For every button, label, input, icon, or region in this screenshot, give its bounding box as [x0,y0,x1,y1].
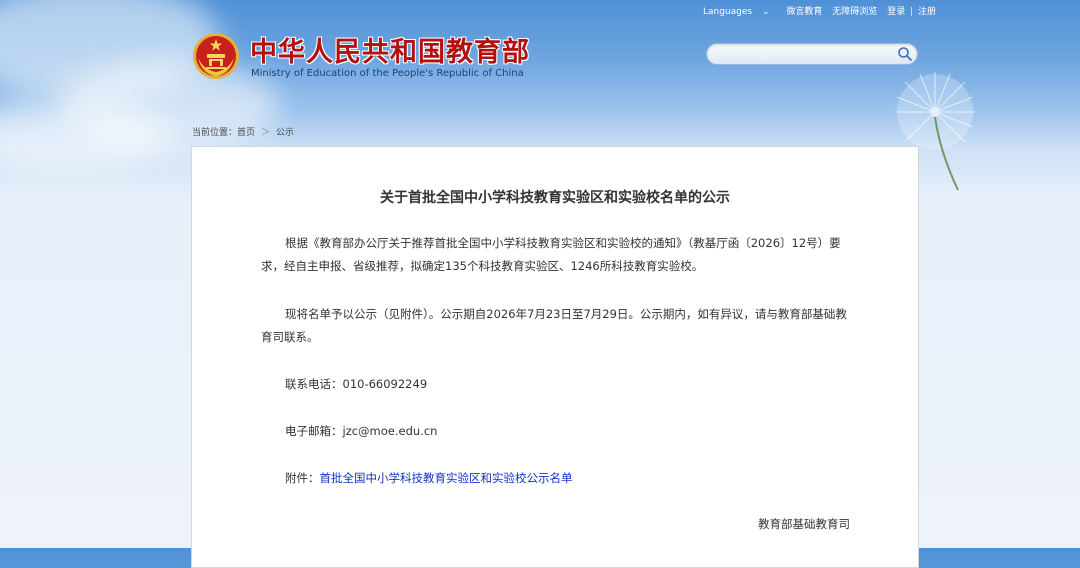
article-title: 关于首批全国中小学科技教育实验区和实验校名单的公示 [380,190,730,206]
national-emblem-icon [193,33,239,79]
ministry-logo-en: Ministry of Education of the People's Re… [251,68,524,79]
attachment-row: 附件：首批全国中小学科技教育实验区和实验校公示名单 [261,467,849,490]
search-icon[interactable] [897,46,913,62]
attachment-link[interactable]: 首批全国中小学科技教育实验区和实验校公示名单 [320,471,573,485]
contact-phone-text: 联系电话：010-66092249 [285,377,428,391]
breadcrumb: 当前位置：首页 ＞ 公示 [192,125,294,138]
register-link[interactable]: 注册 [918,7,936,17]
weiyan-link[interactable]: 微言教育 [786,7,822,17]
breadcrumb-label: 当前位置： [192,128,238,138]
accessibility-link[interactable]: 无障碍浏览 [832,7,877,17]
contact-email-text: 电子邮箱：jzc@moe.edu.cn [285,424,438,438]
languages-link[interactable]: Languages ⌄ [703,7,777,17]
article-paragraph-2: 现将名单予以公示（见附件）。公示期自2026年7月23日至7月29日。公示期内，… [261,303,849,349]
paragraph-2-text: 现将名单予以公示（见附件）。公示期自2026年7月23日至7月29日。公示期内，… [261,307,847,344]
breadcrumb-separator: ＞ [261,128,271,138]
top-links-bar: Languages ⌄ 微言教育 无障碍浏览 登录 | 注册 [703,4,943,17]
attachment-label: 附件： [285,471,320,485]
contact-phone: 联系电话：010-66092249 [261,373,849,396]
login-link[interactable]: 登录 [887,7,905,17]
article-panel: 关于首批全国中小学科技教育实验区和实验校名单的公示 根据《教育部办公厅关于推荐首… [191,146,919,568]
breadcrumb-current: 公示 [276,128,295,138]
chevron-down-icon: ⌄ [761,7,770,17]
contact-email: 电子邮箱：jzc@moe.edu.cn [261,420,849,443]
paragraph-1-text: 根据《教育部办公厅关于推荐首批全国中小学科技教育实验区和实验校的通知》（教基厅函… [261,236,841,273]
breadcrumb-home-link[interactable]: 首页 [237,128,255,138]
article-paragraph-1: 根据《教育部办公厅关于推荐首批全国中小学科技教育实验区和实验校的通知》（教基厅函… [261,232,849,278]
signature: 教育部基础教育司 [758,517,850,531]
link-separator: | [910,7,914,17]
ministry-logo-cn[interactable]: 中华人民共和国教育部 [250,30,530,69]
